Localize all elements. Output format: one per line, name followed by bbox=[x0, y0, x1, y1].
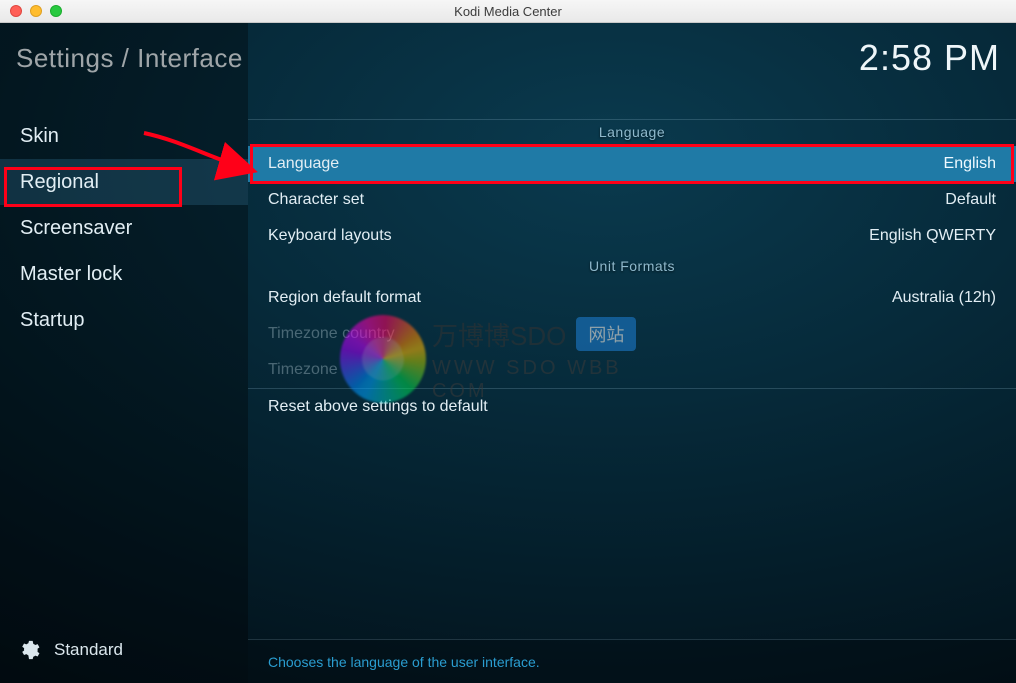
setting-row-reset-defaults[interactable]: Reset above settings to default bbox=[248, 389, 1016, 425]
annotation-highlight-row bbox=[250, 144, 1014, 184]
sidebar-item-label: Master lock bbox=[20, 263, 122, 286]
setting-label: Language bbox=[268, 155, 339, 173]
setting-label: Timezone bbox=[268, 361, 338, 379]
setting-label: Reset above settings to default bbox=[268, 398, 488, 416]
setting-value: English QWERTY bbox=[869, 227, 996, 245]
hint-bar: Chooses the language of the user interfa… bbox=[248, 639, 1016, 683]
setting-label: Character set bbox=[268, 191, 364, 209]
setting-row-timezone: Timezone bbox=[248, 352, 1016, 388]
setting-row-timezone-country: Timezone country bbox=[248, 316, 1016, 352]
setting-value: Australia (12h) bbox=[892, 289, 996, 307]
app-root: Settings / Interface 2:58 PM Skin Region… bbox=[0, 23, 1016, 683]
sidebar-item-label: Regional bbox=[20, 171, 99, 194]
sidebar-item-label: Screensaver bbox=[20, 217, 132, 240]
settings-level-label: Standard bbox=[54, 640, 123, 660]
sidebar-item-skin[interactable]: Skin bbox=[0, 113, 248, 159]
sidebar-item-screensaver[interactable]: Screensaver bbox=[0, 205, 248, 251]
gear-icon bbox=[18, 639, 40, 661]
setting-value: Default bbox=[945, 191, 996, 209]
setting-row-keyboard-layouts[interactable]: Keyboard layouts English QWERTY bbox=[248, 218, 1016, 254]
sidebar-item-label: Startup bbox=[20, 309, 84, 332]
setting-row-character-set[interactable]: Character set Default bbox=[248, 182, 1016, 218]
sidebar-item-regional[interactable]: Regional bbox=[0, 159, 248, 205]
sidebar-item-startup[interactable]: Startup bbox=[0, 297, 248, 343]
setting-row-region-default-format[interactable]: Region default format Australia (12h) bbox=[248, 280, 1016, 316]
settings-level-button[interactable]: Standard bbox=[0, 617, 248, 683]
hint-text: Chooses the language of the user interfa… bbox=[268, 654, 540, 670]
sidebar: Skin Regional Screensaver Master lock St… bbox=[0, 23, 248, 683]
sidebar-item-master-lock[interactable]: Master lock bbox=[0, 251, 248, 297]
settings-panel: Language Language English Character set … bbox=[248, 23, 1016, 683]
setting-label: Keyboard layouts bbox=[268, 227, 392, 245]
section-heading-language: Language bbox=[248, 120, 1016, 146]
setting-row-language[interactable]: Language English bbox=[248, 146, 1016, 182]
window-titlebar: Kodi Media Center bbox=[0, 0, 1016, 23]
setting-label: Region default format bbox=[268, 289, 421, 307]
setting-label: Timezone country bbox=[268, 325, 395, 343]
sidebar-item-label: Skin bbox=[20, 125, 59, 148]
section-heading-unit-formats: Unit Formats bbox=[248, 254, 1016, 280]
setting-value: English bbox=[944, 155, 996, 173]
window-title: Kodi Media Center bbox=[0, 4, 1016, 19]
